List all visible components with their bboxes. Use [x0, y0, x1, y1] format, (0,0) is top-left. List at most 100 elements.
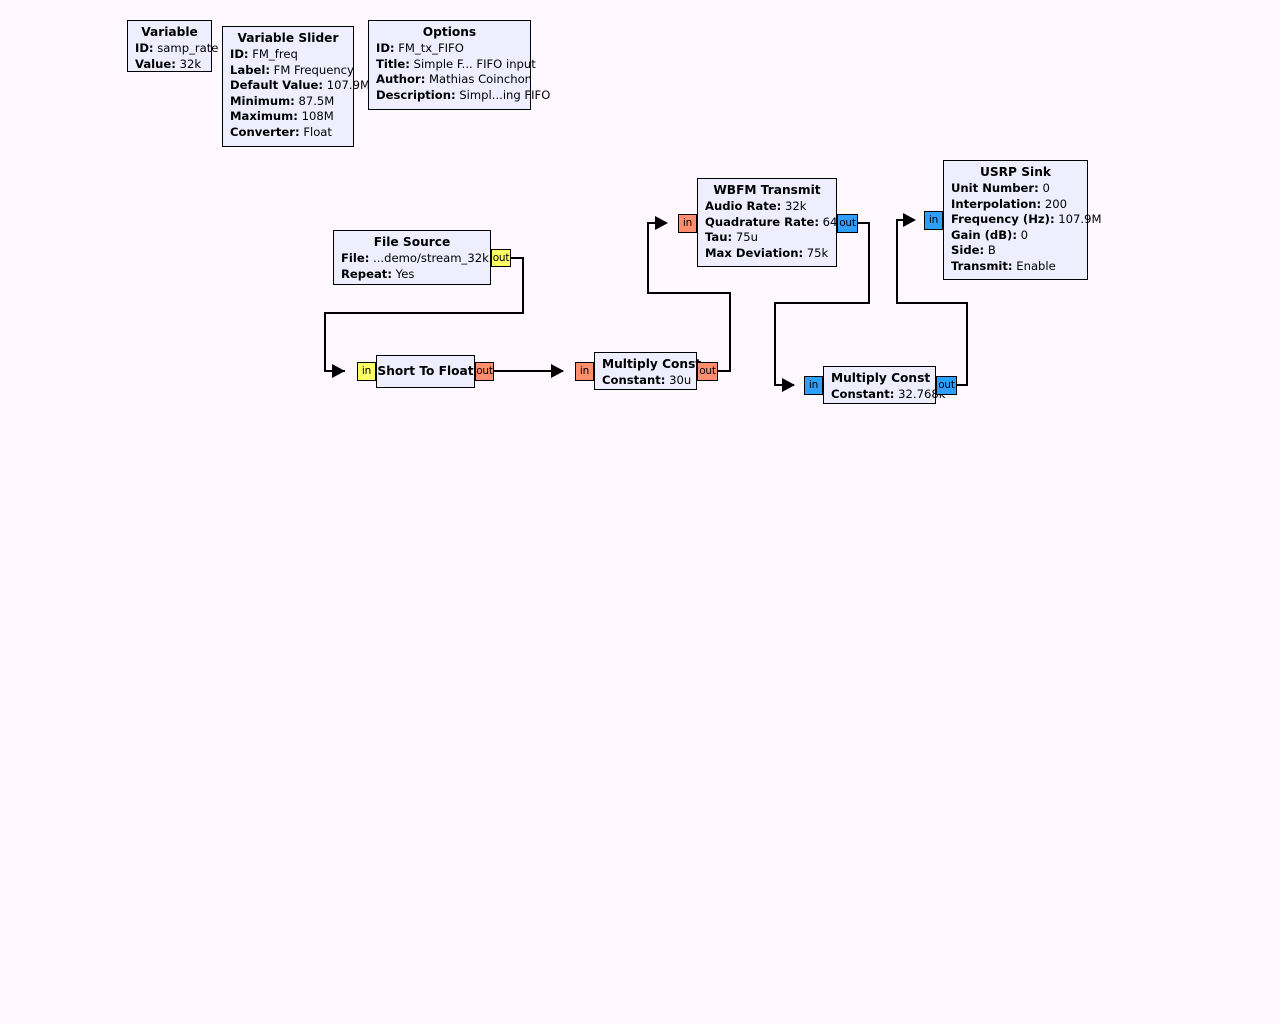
- block-file-source-row-repeat: Repeat: Yes: [341, 267, 483, 283]
- block-options-row-id: ID: FM_tx_FIFO: [376, 41, 523, 57]
- field-value: samp_rate: [157, 41, 219, 55]
- block-usrp-sink-row-transmit: Transmit: Enable: [951, 259, 1080, 275]
- block-variable-slider-row-maximum: Maximum: 108M: [230, 109, 346, 125]
- field-value: 107.9M: [1058, 212, 1102, 227]
- field-key: Transmit:: [951, 258, 1013, 273]
- field-value: 200: [1044, 196, 1067, 211]
- field-key: Max Deviation:: [705, 245, 804, 260]
- arrowhead-shorttofloat-in: [332, 364, 345, 378]
- block-wbfm-transmit-row-tau: Tau: 75u: [705, 230, 829, 246]
- block-usrp-sink-row-gain: Gain (dB): 0: [951, 228, 1080, 244]
- block-multiply-const-30u[interactable]: Multiply Const Constant: 30u: [594, 352, 702, 390]
- field-value: 32k: [179, 56, 202, 71]
- block-usrp-sink-row-side: Side: B: [951, 243, 1080, 259]
- field-key: ID:: [135, 41, 154, 55]
- block-variable-row-value: Value: 32k: [135, 57, 204, 73]
- block-usrp-sink-row-frequency: Frequency (Hz): 107.9M: [951, 212, 1101, 228]
- port-multiply-const-30u-out[interactable]: out: [697, 362, 718, 381]
- field-value: 0: [1042, 181, 1050, 195]
- block-short-to-float[interactable]: Short To Float: [376, 355, 475, 388]
- block-options-title: Options: [422, 25, 477, 39]
- field-value: Simple F... FIFO input: [413, 56, 536, 71]
- block-options-row-description: Description: Simpl...ing FIFO: [376, 87, 550, 104]
- arrowhead-multiply1-in: [551, 364, 564, 378]
- port-wbfm-transmit-in[interactable]: in: [678, 214, 697, 233]
- port-short-to-float-out[interactable]: out: [475, 362, 494, 381]
- field-key: Minimum:: [230, 93, 295, 108]
- port-multiply-const-30u-in[interactable]: in: [575, 362, 594, 381]
- block-usrp-sink-title: USRP Sink: [980, 165, 1051, 179]
- block-variable-slider-row-label: Label: FM Frequency: [230, 62, 354, 79]
- block-usrp-sink-row-interpolation: Interpolation: 200: [951, 197, 1080, 213]
- block-variable-slider-row-default: Default Value: 107.9M: [230, 78, 370, 94]
- block-wbfm-transmit-title: WBFM Transmit: [713, 183, 821, 197]
- field-value: B: [987, 243, 996, 258]
- block-variable-slider-title: Variable Slider: [237, 31, 339, 45]
- block-wbfm-transmit-row-quadrature-rate: Quadrature Rate: 640k: [705, 215, 852, 231]
- port-usrp-sink-in[interactable]: in: [924, 211, 943, 230]
- block-multiply-const-32768k[interactable]: Multiply Const Constant: 32.768k: [823, 366, 945, 404]
- block-wbfm-transmit-row-audio-rate: Audio Rate: 32k: [705, 199, 829, 215]
- block-variable-slider[interactable]: Variable Slider ID: FM_freq Label: FM Fr…: [222, 26, 370, 147]
- port-wbfm-transmit-out[interactable]: out: [837, 214, 858, 233]
- arrowhead-multiply2-in: [782, 378, 795, 392]
- block-short-to-float-title: Short To Float: [377, 363, 474, 378]
- block-multiply-const-32768k-row-constant: Constant: 32.768k: [831, 387, 945, 403]
- block-multiply-const-32768k-title: Multiply Const: [831, 371, 931, 385]
- block-wbfm-transmit-row-max-deviation: Max Deviation: 75k: [705, 246, 829, 262]
- connection-wires: [324, 219, 968, 386]
- port-short-to-float-in[interactable]: in: [357, 362, 376, 381]
- field-value: 75u: [735, 230, 758, 245]
- field-value: Enable: [1016, 258, 1056, 273]
- field-key: Label:: [230, 62, 270, 77]
- block-usrp-sink[interactable]: USRP Sink Unit Number: 0 Interpolation: …: [943, 160, 1101, 280]
- field-value: 108M: [301, 109, 334, 124]
- field-key: Gain (dB):: [951, 227, 1017, 242]
- field-value: 0: [1020, 227, 1029, 242]
- field-key: Side:: [951, 243, 985, 258]
- field-value: Float: [303, 124, 332, 139]
- flowgraph-canvas[interactable]: Variable ID: samp_rate Value: 32k Variab…: [0, 0, 1280, 1024]
- field-key: ID:: [230, 47, 249, 61]
- block-options[interactable]: Options ID: FM_tx_FIFO Title: Simple F..…: [368, 20, 550, 110]
- field-key: Title:: [376, 56, 410, 71]
- field-key: Author:: [376, 72, 426, 87]
- field-value: FM_freq: [252, 47, 298, 61]
- field-value: Simpl...ing FIFO: [459, 87, 551, 102]
- field-value: 87.5M: [298, 93, 335, 108]
- block-variable[interactable]: Variable ID: samp_rate Value: 32k: [127, 20, 218, 73]
- port-file-source-out[interactable]: out: [491, 249, 511, 267]
- field-key: Audio Rate:: [705, 199, 782, 213]
- block-file-source[interactable]: File Source File: ...demo/stream_32k.fif…: [333, 230, 511, 285]
- field-value: FM_tx_FIFO: [398, 41, 464, 55]
- field-value: FM Frequency: [273, 62, 354, 77]
- port-multiply-const-32768k-in[interactable]: in: [804, 376, 823, 395]
- field-key: Value:: [135, 56, 176, 71]
- block-options-row-title: Title: Simple F... FIFO input: [376, 56, 536, 73]
- field-key: ID:: [376, 41, 395, 55]
- block-file-source-title: File Source: [373, 235, 451, 249]
- field-value: Yes: [395, 266, 415, 281]
- field-key: Description:: [376, 87, 456, 102]
- block-multiply-const-30u-row-constant: Constant: 30u: [602, 373, 691, 389]
- field-key: Frequency (Hz):: [951, 212, 1055, 227]
- field-key: Interpolation:: [951, 196, 1042, 211]
- block-variable-slider-row-minimum: Minimum: 87.5M: [230, 94, 346, 110]
- block-variable-slider-row-converter: Converter: Float: [230, 125, 346, 141]
- block-variable-slider-row-id: ID: FM_freq: [230, 47, 346, 63]
- field-value: Mathias Coinchon: [429, 72, 533, 87]
- field-key: Constant:: [602, 373, 666, 387]
- block-multiply-const-30u-title: Multiply Const: [602, 357, 702, 371]
- port-multiply-const-32768k-out[interactable]: out: [936, 376, 957, 395]
- field-key: Unit Number:: [951, 181, 1039, 195]
- field-key: Repeat:: [341, 266, 392, 281]
- field-key: Tau:: [705, 230, 733, 245]
- block-variable-title: Variable: [141, 25, 198, 39]
- field-value: 107.9M: [326, 78, 370, 93]
- field-value: 32k: [784, 199, 807, 213]
- block-options-row-author: Author: Mathias Coinchon: [376, 72, 532, 88]
- block-variable-row-id: ID: samp_rate: [135, 41, 218, 57]
- arrowhead-usrpsink-in: [903, 213, 916, 227]
- block-wbfm-transmit[interactable]: WBFM Transmit Audio Rate: 32k Quadrature…: [697, 178, 852, 267]
- field-key: Converter:: [230, 124, 300, 139]
